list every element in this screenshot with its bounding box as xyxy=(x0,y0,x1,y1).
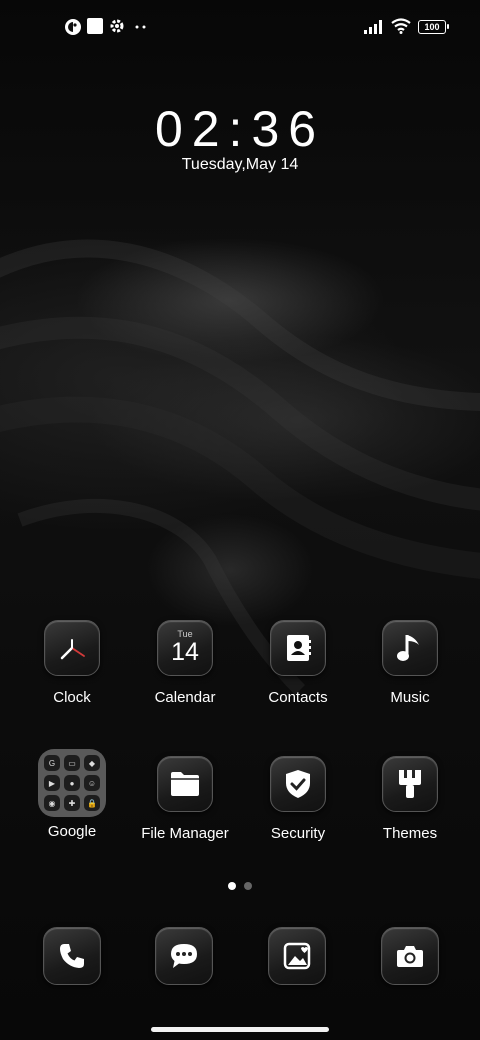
app-label: Calendar xyxy=(154,689,216,706)
battery-icon: 100 xyxy=(418,20,446,34)
app-file-manager[interactable]: File Manager xyxy=(129,756,241,866)
page-dot-1[interactable] xyxy=(228,882,236,890)
dock-phone[interactable] xyxy=(42,927,102,987)
brush-icon xyxy=(382,756,438,812)
dock-camera[interactable] xyxy=(380,927,440,987)
dock-gallery[interactable] xyxy=(267,927,327,987)
app-contacts[interactable]: Contacts xyxy=(242,620,354,730)
app-google-folder[interactable]: G ▭ ◆ ▶ ● ☺ ◉ ✚ 🔒 Google xyxy=(16,749,128,866)
app-label: Contacts xyxy=(268,689,328,706)
battery-level: 100 xyxy=(424,22,440,32)
status-bar: 100 xyxy=(0,0,480,56)
messages-icon xyxy=(155,927,213,985)
page-dot-2[interactable] xyxy=(244,882,252,890)
file-folder-icon xyxy=(157,756,213,812)
app-label: Google xyxy=(47,823,97,840)
app-themes[interactable]: Themes xyxy=(354,756,466,866)
gallery-icon xyxy=(268,927,326,985)
square-icon xyxy=(87,18,103,34)
battery-tip xyxy=(447,24,449,29)
theme-icon xyxy=(65,19,81,35)
app-label: Themes xyxy=(382,825,438,842)
more-dots-icon xyxy=(135,25,146,29)
signal-icon xyxy=(364,20,382,34)
folder-app-youtube-icon: ▶ xyxy=(44,775,60,791)
wifi-icon xyxy=(391,18,411,34)
app-label: Security xyxy=(270,825,326,842)
dock-messages[interactable] xyxy=(154,927,214,987)
contacts-icon xyxy=(270,620,326,676)
calendar-icon: Tue 14 xyxy=(157,620,213,676)
clock-icon xyxy=(44,620,100,676)
folder-app-lock-icon: 🔒 xyxy=(84,795,100,811)
folder-app-translate-icon: ✚ xyxy=(64,795,80,811)
clock-time[interactable]: 02:36 xyxy=(0,100,480,158)
app-security[interactable]: Security xyxy=(242,756,354,866)
phone-icon xyxy=(43,927,101,985)
camera-icon xyxy=(381,927,439,985)
clock-date[interactable]: Tuesday,May 14 xyxy=(0,156,480,174)
folder-icon: G ▭ ◆ ▶ ● ☺ ◉ ✚ 🔒 xyxy=(38,749,106,817)
folder-app-google-icon: G xyxy=(44,755,60,771)
calendar-date-number: 14 xyxy=(171,638,199,666)
folder-app-maps-icon: ◆ xyxy=(84,755,100,771)
app-music[interactable]: Music xyxy=(354,620,466,730)
page-indicator xyxy=(0,877,480,895)
app-label: Music xyxy=(390,689,430,706)
folder-app-assistant-icon: ◉ xyxy=(44,795,60,811)
app-label: File Manager xyxy=(141,825,229,842)
gear-icon xyxy=(110,19,124,33)
app-calendar[interactable]: Tue 14 Calendar xyxy=(129,620,241,730)
folder-app-contacts-icon: ☺ xyxy=(84,775,100,791)
shield-icon xyxy=(270,756,326,812)
folder-app-slides-icon: ▭ xyxy=(64,755,80,771)
app-clock[interactable]: Clock xyxy=(16,620,128,730)
folder-app-info-icon: ● xyxy=(64,775,80,791)
home-indicator[interactable] xyxy=(151,1027,329,1032)
music-note-icon xyxy=(382,620,438,676)
app-label: Clock xyxy=(53,689,91,706)
